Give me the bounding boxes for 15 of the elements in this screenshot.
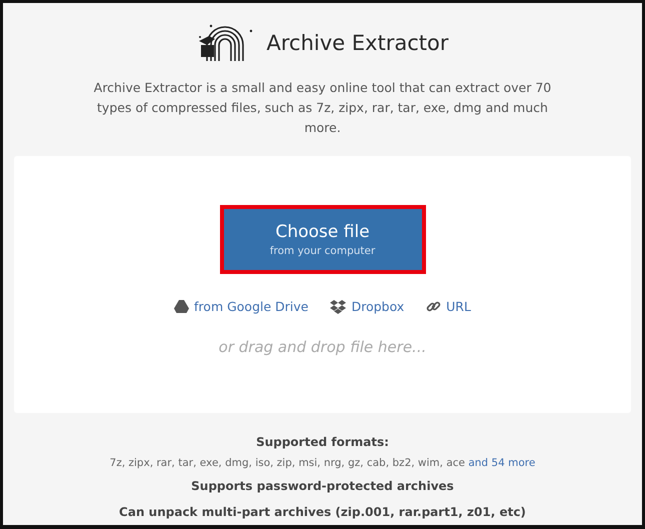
choose-file-button[interactable]: Choose file from your computer <box>220 205 426 274</box>
box-icon <box>330 300 346 314</box>
link-icon <box>426 299 442 314</box>
password-note: Supports password-protected archives <box>191 478 454 495</box>
formats-list: 7z, zipx, rar, tar, exe, dmg, iso, zip, msi, nrg, gz, cab, bz2, wim, ace and 54 more <box>110 453 536 473</box>
drop-hint: or drag and drop file here... <box>218 338 426 356</box>
app-description: Archive Extractor is a small and easy online tool that can extract over 70 types of compressed files, such as 7z, zipx, rar, tar, exe, dmg and much more. <box>92 79 552 137</box>
drive-icon <box>174 300 190 313</box>
source-link[interactable]: from Google Drive <box>174 299 308 314</box>
more-formats-link[interactable]: and 54 more <box>468 457 536 469</box>
formats-heading: Supported formats: <box>256 434 389 451</box>
app-title: Archive Extractor <box>266 31 448 55</box>
source-link[interactable]: URL <box>426 299 471 314</box>
multipart-note: Can unpack multi-part archives (zip.001, rar.part1, z01, etc) <box>119 504 526 521</box>
source-link[interactable]: Dropbox <box>330 299 404 314</box>
